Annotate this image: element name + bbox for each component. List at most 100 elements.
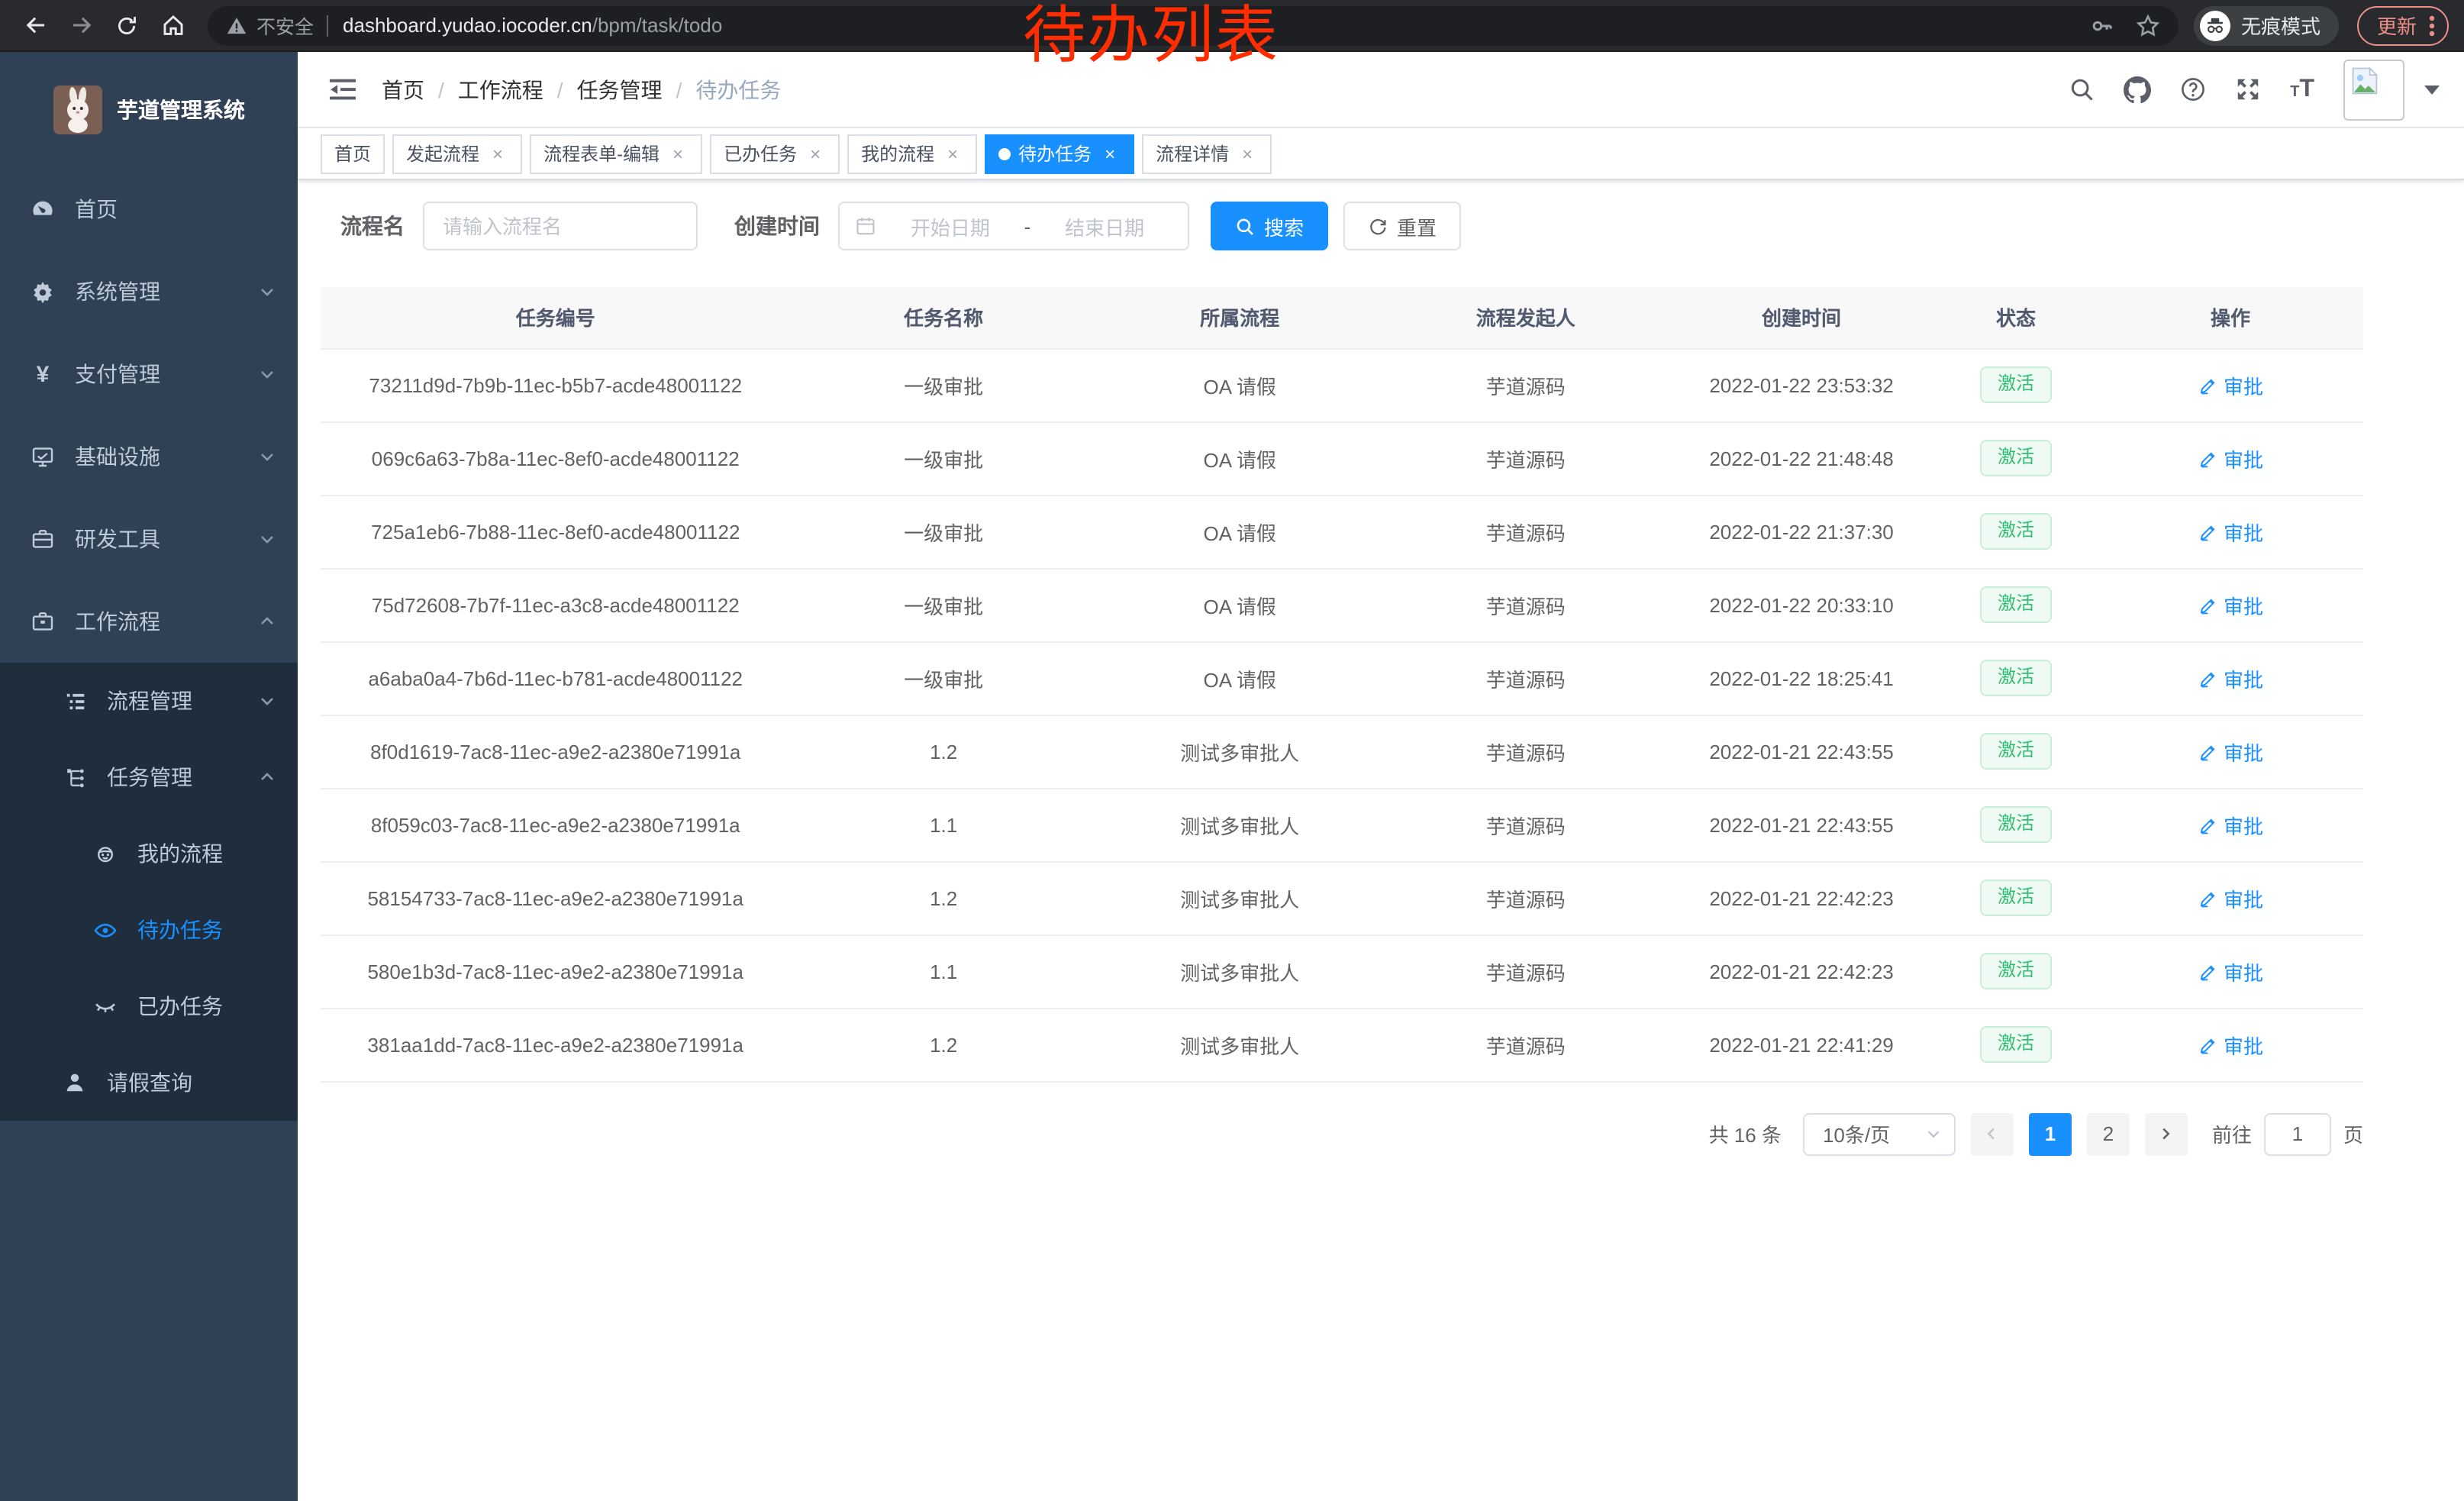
tab-todo-tasks[interactable]: 待办任务× — [985, 134, 1134, 173]
actions-cell: 审批 — [2098, 1008, 2363, 1081]
sidebar-item-done-tasks[interactable]: 已办任务 — [0, 968, 298, 1044]
browser-back-button[interactable] — [15, 5, 55, 45]
reset-button[interactable]: 重置 — [1343, 202, 1461, 250]
sidebar-item-dev-tools[interactable]: 研发工具 — [0, 498, 298, 580]
tab-process-detail[interactable]: 流程详情× — [1142, 134, 1272, 173]
sidebar-item-payment[interactable]: ¥ 支付管理 — [0, 333, 298, 415]
tab-close-icon[interactable]: × — [487, 143, 508, 164]
approve-link[interactable]: 审批 — [2198, 1030, 2263, 1059]
approve-link[interactable]: 审批 — [2198, 810, 2263, 839]
url-host[interactable]: dashboard.yudao.iocoder.cn — [343, 14, 592, 37]
avatar-caret-icon[interactable] — [2424, 85, 2440, 94]
incognito-icon — [2200, 10, 2230, 40]
next-page-button[interactable] — [2145, 1112, 2188, 1155]
avatar[interactable] — [2343, 59, 2404, 120]
page-button-2[interactable]: 2 — [2087, 1112, 2130, 1155]
tab-close-icon[interactable]: × — [667, 143, 689, 164]
sidebar-item-leave-query[interactable]: 请假查询 — [0, 1044, 298, 1121]
browser-update-button[interactable]: 更新 — [2357, 5, 2449, 45]
date-range-picker[interactable]: 开始日期 - 结束日期 — [838, 202, 1189, 250]
search-button-icon — [1235, 216, 1255, 236]
sidebar-item-workflow[interactable]: 工作流程 — [0, 580, 298, 663]
browser-home-button[interactable] — [153, 5, 192, 45]
prev-page-button[interactable] — [1971, 1112, 2014, 1155]
actions-cell: 审批 — [2098, 861, 2363, 934]
approve-link[interactable]: 审批 — [2198, 590, 2263, 619]
process-name-input[interactable] — [423, 202, 698, 250]
approve-link[interactable]: 审批 — [2198, 883, 2263, 912]
tab-close-icon[interactable]: × — [1237, 143, 1258, 164]
created-time-cell: 2022-01-21 22:42:23 — [1669, 861, 1934, 934]
sidebar-collapse-icon[interactable] — [328, 75, 357, 104]
approve-link[interactable]: 审批 — [2198, 663, 2263, 692]
tab-start-process[interactable]: 发起流程× — [392, 134, 522, 173]
chevron-down-icon — [258, 692, 276, 710]
sidebar-item-label: 已办任务 — [137, 991, 276, 1022]
sidebar-item-system[interactable]: 系统管理 — [0, 250, 298, 333]
page-size-select[interactable]: 10条/页 — [1803, 1112, 1956, 1155]
breadcrumb-task-management[interactable]: 任务管理 — [577, 74, 663, 105]
browser-forward-button[interactable] — [61, 5, 101, 45]
sidebar-item-process-management[interactable]: 流程管理 — [0, 663, 298, 739]
sidebar-item-todo-tasks[interactable]: 待办任务 — [0, 892, 298, 968]
search-button[interactable]: 搜索 — [1211, 202, 1328, 250]
status-badge: 激活 — [1981, 586, 2051, 622]
sidebar-item-task-management[interactable]: 任务管理 — [0, 739, 298, 815]
fullscreen-icon[interactable] — [2235, 76, 2261, 102]
sidebar-item-home[interactable]: 首页 — [0, 168, 298, 250]
initiator-cell: 芋道源码 — [1382, 788, 1669, 861]
address-divider — [326, 15, 327, 36]
sidebar-item-infrastructure[interactable]: 基础设施 — [0, 415, 298, 498]
page-unit-label: 页 — [2343, 1119, 2363, 1148]
task-name-cell: 1.2 — [790, 1008, 1096, 1081]
filter-form: 流程名 创建时间 开始日期 - 结束日期 搜索 重 — [340, 202, 2363, 250]
browser-menu-icon[interactable] — [2429, 13, 2435, 37]
goto-page-input[interactable] — [2264, 1112, 2331, 1155]
sidebar-item-my-process[interactable]: 我的流程 — [0, 815, 298, 892]
page-button-1[interactable]: 1 — [2029, 1112, 2072, 1155]
actions-cell: 审批 — [2098, 934, 2363, 1008]
breadcrumb-workflow[interactable]: 工作流程 — [458, 74, 543, 105]
actions-cell: 审批 — [2098, 421, 2363, 495]
github-icon[interactable] — [2124, 76, 2151, 103]
end-date-placeholder[interactable]: 结束日期 — [1037, 211, 1172, 240]
search-icon[interactable] — [2069, 76, 2095, 102]
created-time-cell: 2022-01-21 22:42:23 — [1669, 934, 1934, 1008]
bookmark-star-icon[interactable] — [2136, 13, 2160, 37]
tab-my-process[interactable]: 我的流程× — [847, 134, 977, 173]
tab-close-icon[interactable]: × — [805, 143, 826, 164]
breadcrumb-home[interactable]: 首页 — [382, 74, 424, 105]
edit-pencil-icon — [2198, 521, 2217, 541]
tab-close-icon[interactable]: × — [942, 143, 963, 164]
approve-link[interactable]: 审批 — [2198, 444, 2263, 473]
status-cell: 激活 — [1934, 421, 2098, 495]
browser-reload-button[interactable] — [107, 5, 147, 45]
approve-link[interactable]: 审批 — [2198, 370, 2263, 399]
font-size-icon[interactable]: TT — [2290, 77, 2314, 102]
tab-home[interactable]: 首页 — [321, 134, 385, 173]
sidebar-item-label: 系统管理 — [75, 276, 238, 307]
approve-link[interactable]: 审批 — [2198, 737, 2263, 766]
password-key-icon[interactable] — [2090, 13, 2114, 37]
address-bar[interactable]: 不安全 dashboard.yudao.iocoder.cn /bpm/task… — [208, 5, 2179, 45]
approve-link[interactable]: 审批 — [2198, 957, 2263, 986]
approve-link[interactable]: 审批 — [2198, 517, 2263, 546]
start-date-placeholder[interactable]: 开始日期 — [882, 211, 1018, 240]
process-cell: 测试多审批人 — [1097, 715, 1383, 788]
task-id-cell: a6aba0a4-7b6d-11ec-b781-acde48001122 — [321, 641, 790, 715]
task-name-cell: 1.1 — [790, 934, 1096, 1008]
help-icon[interactable] — [2180, 76, 2206, 102]
status-cell: 激活 — [1934, 348, 2098, 421]
tab-done-tasks[interactable]: 已办任务× — [710, 134, 840, 173]
status-badge: 激活 — [1981, 1026, 2051, 1062]
security-warning-icon — [226, 15, 247, 36]
sidebar-item-label: 待办任务 — [137, 915, 276, 945]
tab-close-icon[interactable]: × — [1099, 143, 1121, 164]
url-path[interactable]: /bpm/task/todo — [592, 14, 723, 37]
tab-form-edit[interactable]: 流程表单-编辑× — [530, 134, 702, 173]
app-logo[interactable]: 芋道管理系统 — [0, 52, 298, 168]
approve-link-label: 审批 — [2224, 810, 2263, 839]
process-name-label: 流程名 — [340, 211, 405, 241]
security-label[interactable]: 不安全 — [256, 11, 314, 40]
task-id-cell: 73211d9d-7b9b-11ec-b5b7-acde48001122 — [321, 348, 790, 421]
